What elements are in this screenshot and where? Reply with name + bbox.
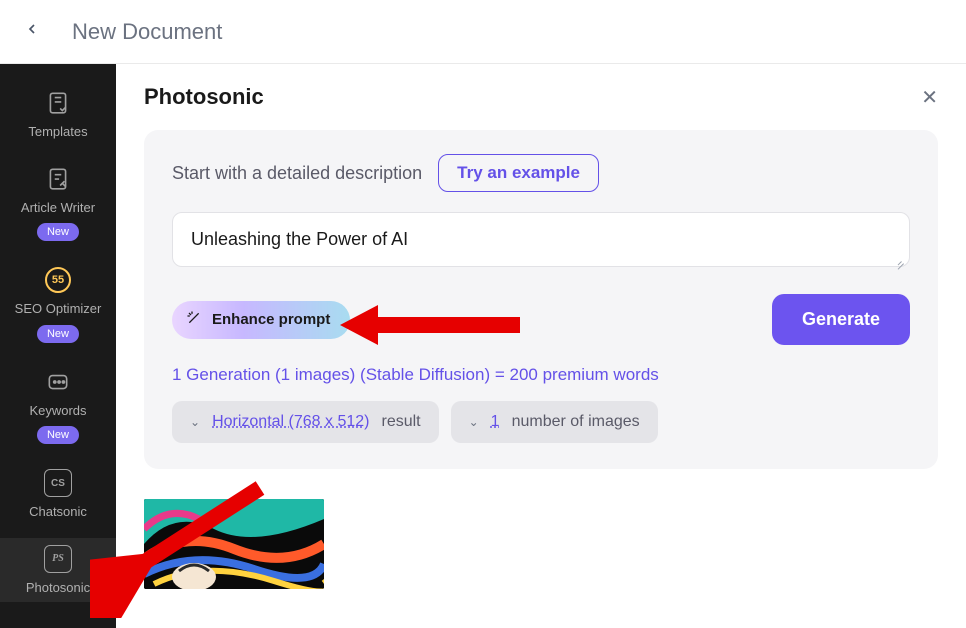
chevron-down-icon: ⌄ <box>469 415 479 429</box>
size-value: Horizontal (768 x 512) <box>212 413 369 431</box>
close-icon[interactable]: ✕ <box>921 85 938 110</box>
keywords-icon <box>43 367 73 397</box>
sidebar-item-label: Templates <box>28 124 87 140</box>
sidebar-item-seo-optimizer[interactable]: 55 SEO Optimizer New <box>0 259 116 349</box>
page-title: New Document <box>72 19 222 45</box>
sidebar-item-label: Keywords <box>29 403 86 419</box>
description-label: Start with a detailed description <box>172 163 422 184</box>
panel-title: Photosonic <box>144 84 264 110</box>
count-dropdown[interactable]: ⌄ 1 number of images <box>451 401 658 443</box>
sidebar-item-photosonic[interactable]: PS Photosonic <box>0 538 116 602</box>
sidebar-item-label: SEO Optimizer <box>15 301 102 317</box>
resize-handle-icon <box>894 254 904 264</box>
sidebar-item-templates[interactable]: Templates <box>0 82 116 146</box>
back-button[interactable] <box>24 20 40 43</box>
generation-card: Start with a detailed description Try an… <box>144 130 938 469</box>
enhance-prompt-button[interactable]: Enhance prompt <box>172 301 350 339</box>
chevron-down-icon: ⌄ <box>190 415 200 429</box>
article-icon <box>43 164 73 194</box>
ps-icon: PS <box>43 544 73 574</box>
cs-icon: CS <box>43 468 73 498</box>
sidebar-item-article-writer[interactable]: Article Writer New <box>0 158 116 248</box>
new-badge: New <box>37 325 79 343</box>
wand-icon <box>186 310 202 330</box>
prompt-input[interactable] <box>172 212 910 267</box>
sidebar-item-keywords[interactable]: Keywords New <box>0 361 116 451</box>
size-dropdown[interactable]: ⌄ Horizontal (768 x 512) result <box>172 401 439 443</box>
main-panel: Photosonic ✕ Start with a detailed descr… <box>116 64 966 628</box>
generated-image-thumbnail[interactable] <box>144 499 324 589</box>
try-example-button[interactable]: Try an example <box>438 154 599 192</box>
enhance-prompt-label: Enhance prompt <box>212 311 330 328</box>
sidebar-item-chatsonic[interactable]: CS Chatsonic <box>0 462 116 526</box>
new-badge: New <box>37 223 79 241</box>
seo-icon: 55 <box>43 265 73 295</box>
sidebar: Templates Article Writer New 55 SEO Opti… <box>0 64 116 628</box>
sidebar-item-label: Article Writer <box>21 200 95 216</box>
size-suffix: result <box>381 413 420 431</box>
sidebar-item-label: Photosonic <box>26 580 90 596</box>
count-value: 1 <box>491 413 500 431</box>
new-badge: New <box>37 426 79 444</box>
templates-icon <box>43 88 73 118</box>
sidebar-item-label: Chatsonic <box>29 504 87 520</box>
top-bar: New Document <box>0 0 966 64</box>
generate-button[interactable]: Generate <box>772 294 910 345</box>
generation-info: 1 Generation (1 images) (Stable Diffusio… <box>172 365 910 385</box>
count-suffix: number of images <box>512 413 640 431</box>
